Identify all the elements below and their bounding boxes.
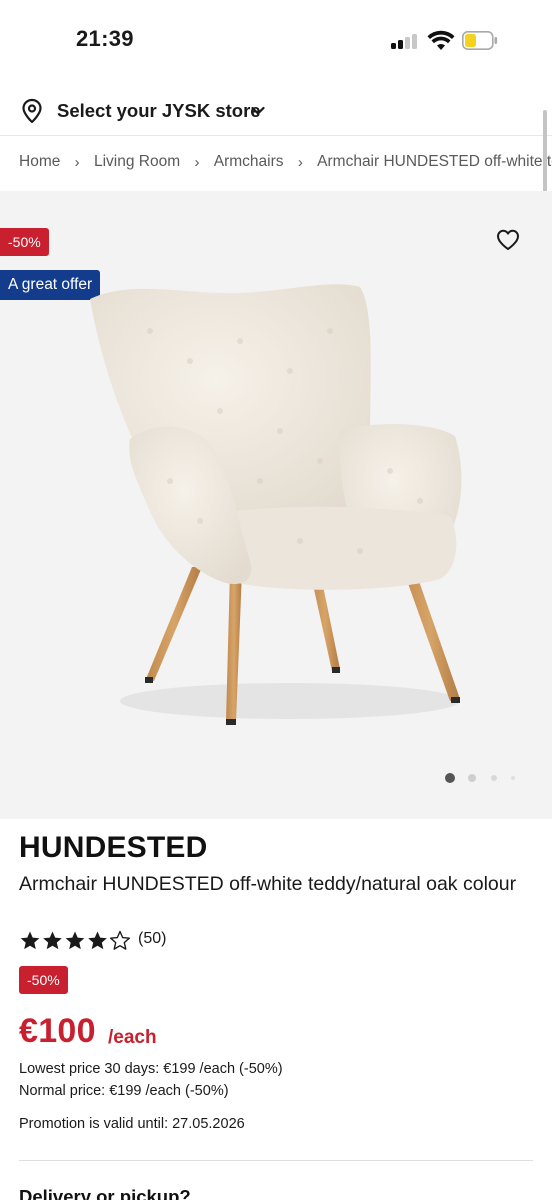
discount-badge: -50%	[0, 228, 49, 256]
heart-icon[interactable]	[496, 229, 520, 251]
wifi-icon	[427, 30, 455, 50]
battery-icon	[462, 31, 498, 50]
status-time: 21:39	[76, 26, 134, 51]
chevron-right-icon: ›	[74, 153, 80, 171]
carousel-dot-active[interactable]	[445, 773, 455, 783]
breadcrumb-current: Armchair HUNDESTED off-white teddy/natur…	[317, 153, 552, 170]
product-name: Armchair HUNDESTED off-white teddy/natur…	[19, 873, 517, 895]
store-selector[interactable]: Select your JYSK store	[0, 90, 552, 134]
breadcrumb-living-room[interactable]: Living Room	[94, 153, 180, 171]
location-pin-icon	[22, 98, 42, 124]
product-image-carousel[interactable]: -50% A great offer	[0, 191, 552, 819]
header-divider	[0, 135, 552, 136]
breadcrumb-armchairs[interactable]: Armchairs	[214, 153, 284, 171]
price-unit: /each	[108, 1027, 157, 1048]
price-discount-badge: -50%	[19, 966, 68, 994]
carousel-dot[interactable]	[511, 776, 515, 780]
lowest-price-info: Lowest price 30 days: €199 /each (-50%)	[19, 1061, 283, 1077]
delivery-heading[interactable]: Delivery or pickup?	[19, 1186, 191, 1200]
cellular-signal-icon	[391, 33, 421, 49]
chevron-right-icon: ›	[297, 153, 303, 171]
store-selector-label[interactable]: Select your JYSK store	[57, 100, 261, 122]
chevron-down-icon[interactable]	[250, 102, 266, 120]
breadcrumb: Home › Living Room › Armchairs › Armchai…	[19, 153, 552, 175]
status-bar: 21:39	[0, 0, 552, 82]
carousel-dot[interactable]	[468, 774, 476, 782]
star-rating-icon	[20, 930, 130, 950]
carousel-dots[interactable]	[445, 773, 525, 783]
product-brand: HUNDESTED	[19, 831, 208, 864]
normal-price-info: Normal price: €199 /each (-50%)	[19, 1083, 229, 1099]
section-divider	[19, 1160, 533, 1161]
carousel-dot[interactable]	[491, 775, 497, 781]
chevron-right-icon: ›	[194, 153, 200, 171]
promotion-validity: Promotion is valid until: 27.05.2026	[19, 1116, 245, 1132]
review-count[interactable]: (50)	[138, 930, 166, 948]
current-price: €100	[19, 1012, 96, 1050]
breadcrumb-home[interactable]: Home	[19, 153, 60, 171]
armchair-product-image	[90, 284, 462, 725]
